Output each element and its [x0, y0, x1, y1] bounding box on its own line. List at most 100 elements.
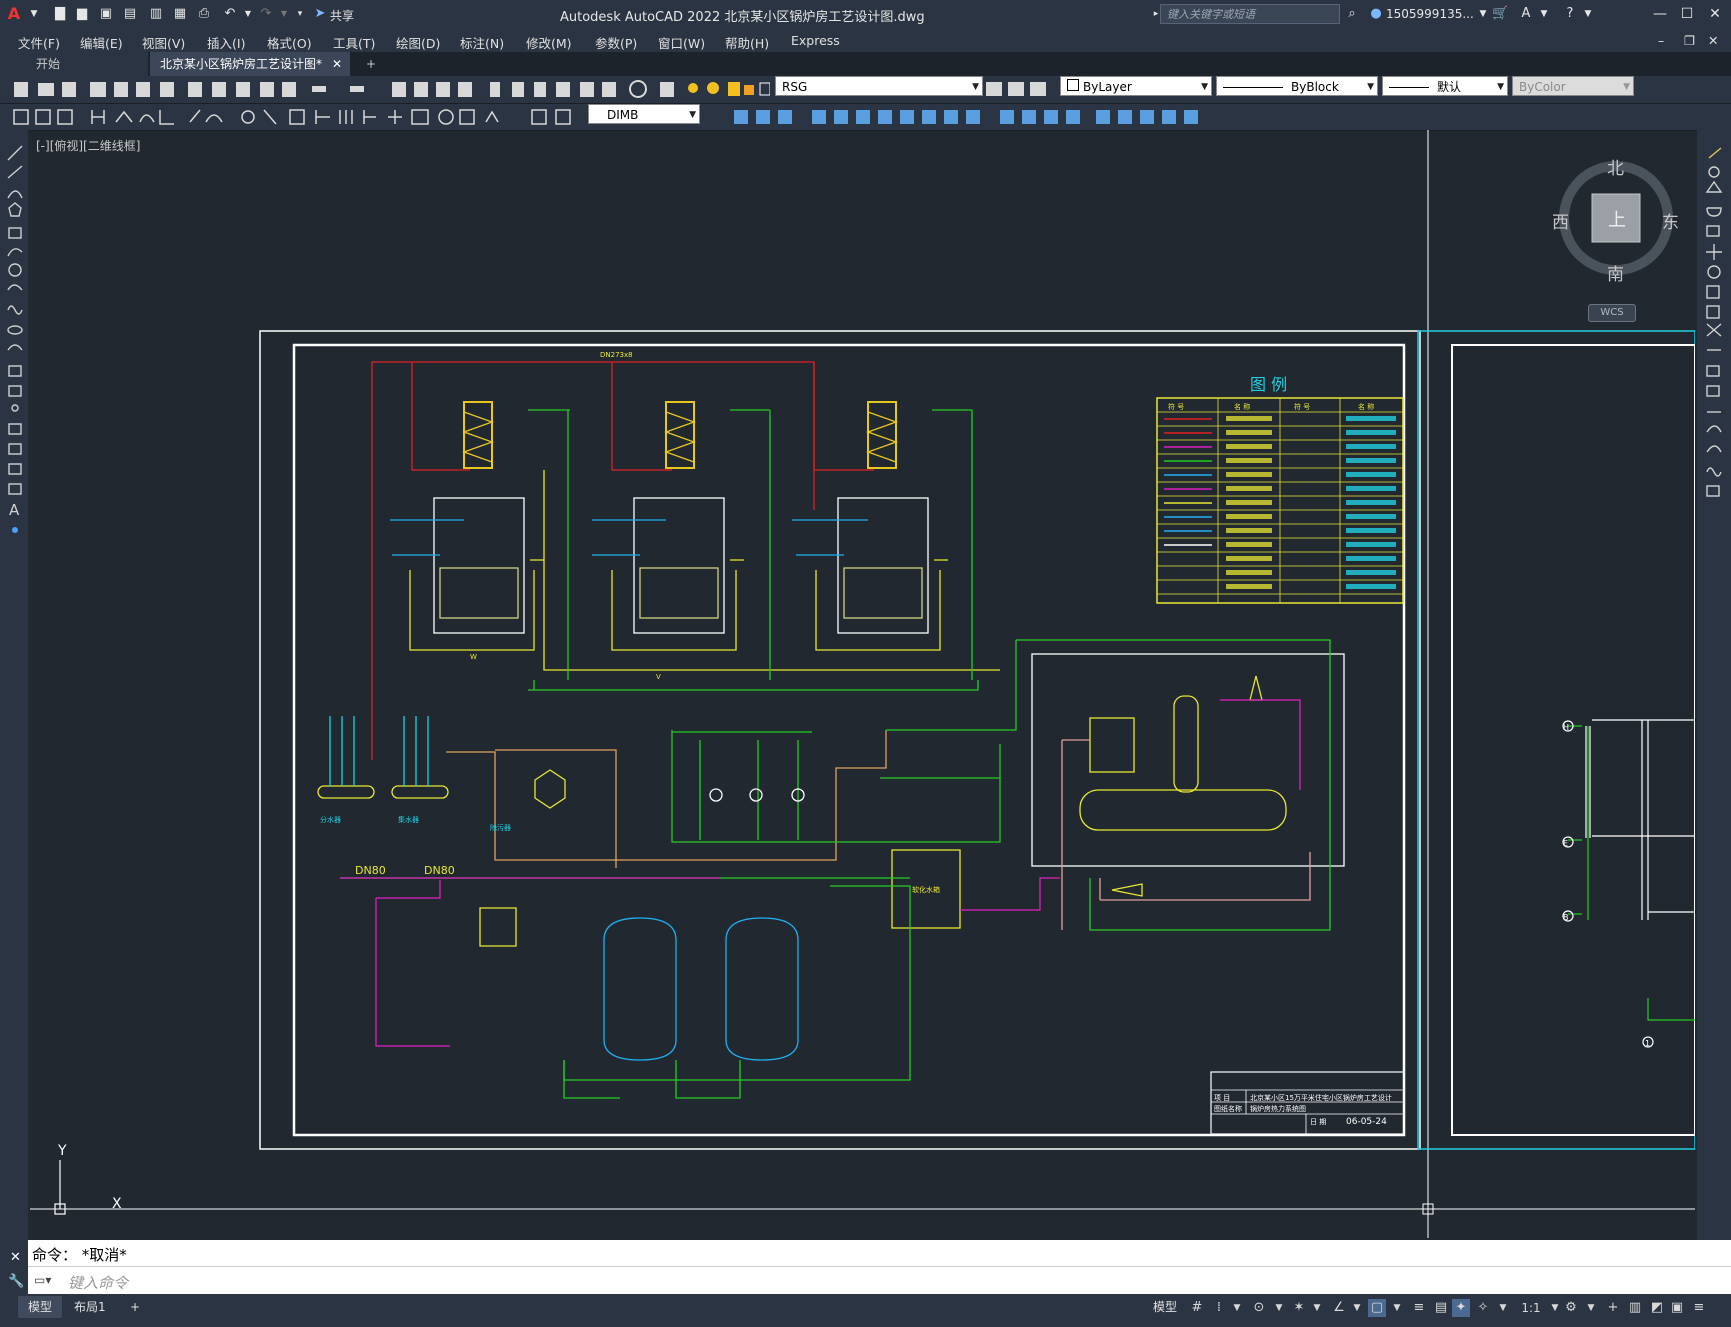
menu-parametric[interactable]: 参数(P) [595, 33, 637, 52]
menu-help[interactable]: 帮助(H) [725, 33, 769, 52]
menu-view[interactable]: 视图(V) [142, 33, 185, 52]
units-icon[interactable]: ▥ [1626, 1299, 1644, 1317]
auto-scale-icon[interactable]: ✧ [1474, 1299, 1492, 1317]
share-button[interactable]: 共享 [330, 7, 354, 24]
standard-toolbar-icons[interactable] [0, 76, 680, 103]
minimize-button[interactable]: — [1647, 4, 1673, 24]
menu-draw[interactable]: 绘图(D) [396, 33, 440, 52]
snap-icon[interactable]: ⁞ [1210, 1299, 1228, 1317]
cart-icon[interactable]: 🛒 [1492, 6, 1508, 22]
app-menu-chevron-icon[interactable]: ▼ [26, 6, 42, 22]
tab-model[interactable]: 模型 [18, 1296, 63, 1318]
selection-cycling-icon[interactable]: ▢ [1368, 1299, 1386, 1317]
color-combo[interactable]: ByLayer ▼ [1060, 76, 1212, 96]
annotation-monitor-icon[interactable]: + [1604, 1299, 1622, 1317]
customize-qat-icon[interactable]: ▾ [292, 6, 308, 22]
save-icon[interactable]: ▣ [98, 6, 114, 22]
infer-constraints-icon[interactable]: ⊙ [1250, 1299, 1268, 1317]
viewcube-south[interactable]: 南 [1607, 260, 1624, 285]
modify-toolbar-icons[interactable] [704, 104, 1204, 130]
add-layout-button[interactable]: + [120, 1296, 150, 1318]
annotation-visibility-icon[interactable]: ✦ [1452, 1299, 1470, 1317]
wrench-icon[interactable]: 🔧 [8, 1274, 24, 1289]
redo-icon[interactable]: ↷ [258, 6, 274, 22]
transparency-icon[interactable]: ▤ [1432, 1299, 1450, 1317]
clean-screen-icon[interactable]: ▣ [1668, 1299, 1686, 1317]
tab-start[interactable]: 开始 [0, 52, 148, 76]
customization-icon[interactable]: ≡ [1690, 1299, 1708, 1317]
save-web-icon[interactable]: ▦ [172, 6, 188, 22]
tab-layout1[interactable]: 布局1 [64, 1296, 116, 1318]
help-icon[interactable]: ? [1562, 6, 1578, 22]
snap-dropdown-icon[interactable]: ▼ [1228, 1299, 1246, 1317]
annotation-scale[interactable]: 1:1 [1516, 1299, 1546, 1317]
maximize-button[interactable]: ☐ [1674, 4, 1700, 24]
model-space-button[interactable]: 模型 [1143, 1296, 1187, 1318]
doc-minimize-button[interactable]: – [1658, 33, 1664, 48]
plotstyle-combo[interactable]: ByColor ▼ [1512, 76, 1634, 96]
draw-tools-icons[interactable]: A [0, 140, 28, 610]
app-dropdown-icon[interactable]: ▼ [1536, 6, 1552, 22]
layer-tool-icons[interactable] [984, 76, 1054, 103]
new-file-icon[interactable]: ▇ [52, 6, 68, 22]
user-dropdown-icon[interactable]: ▼ [1475, 6, 1491, 22]
dimstyle-combo[interactable]: DIMB ▼ [588, 104, 700, 124]
menu-dimension[interactable]: 标注(N) [460, 33, 504, 52]
undo-icon[interactable]: ↶ [222, 6, 238, 22]
menu-file[interactable]: 文件(F) [18, 33, 60, 52]
workspace-gear-icon[interactable]: ⚙ [1562, 1299, 1580, 1317]
open-web-icon[interactable]: ▥ [148, 6, 164, 22]
save-as-icon[interactable]: ▤ [122, 6, 138, 22]
menu-edit[interactable]: 编辑(E) [80, 33, 123, 52]
command-prompt-icon[interactable]: ▭▾ [34, 1273, 51, 1287]
isodraft-dropdown-icon[interactable]: ▼ [1348, 1299, 1366, 1317]
open-file-icon[interactable]: ▆ [74, 6, 90, 22]
viewcube-top-face[interactable]: 上 [1608, 206, 1626, 232]
grid-icon[interactable]: # [1188, 1299, 1206, 1317]
new-tab-button[interactable]: + [356, 52, 384, 76]
autodesk-app-icon[interactable]: A [1518, 6, 1534, 22]
share-icon[interactable]: ➤ [312, 6, 328, 22]
doc-close-button[interactable]: ✕ [1708, 33, 1718, 48]
dimension-toolbar-icons[interactable] [0, 104, 580, 130]
layer-combo[interactable]: RSG ▼ [775, 76, 983, 96]
close-tab-icon[interactable]: ✕ [332, 52, 342, 76]
isodraft-icon[interactable]: ∠ [1330, 1299, 1348, 1317]
viewcube-east[interactable]: 东 [1662, 208, 1679, 233]
drawing-svg[interactable]: DN273x8 W V 图 例 符 号 名 称 符 号 名 称 分水器 集水器 … [30, 130, 1695, 1238]
menu-insert[interactable]: 插入(I) [207, 33, 245, 52]
layer-state-icons[interactable] [680, 76, 770, 103]
wcs-menu[interactable]: WCS [1588, 304, 1636, 322]
search-input[interactable]: 键入关键字或短语 [1160, 4, 1340, 24]
viewport-controls[interactable]: [-][俯视][二维线框] [36, 137, 140, 154]
close-command-icon[interactable]: ✕ [10, 1250, 21, 1265]
undo-dropdown-icon[interactable]: ▼ [240, 6, 256, 22]
viewcube[interactable]: 北 南 东 西 上 [1552, 154, 1679, 285]
workspace-dropdown-icon[interactable]: ▼ [1582, 1299, 1600, 1317]
polar-tracking-icon[interactable]: ✶ [1290, 1299, 1308, 1317]
modify-tools-icons[interactable] [1697, 140, 1731, 560]
command-line-handle[interactable]: ✕ 🔧 [0, 1240, 28, 1294]
close-button[interactable]: ✕ [1702, 4, 1728, 24]
annotation-scale-dropdown-icon[interactable]: ▼ [1494, 1299, 1512, 1317]
menu-modify[interactable]: 修改(M) [526, 33, 572, 52]
menu-express[interactable]: Express [791, 33, 840, 48]
user-name[interactable]: 1505999135... [1386, 7, 1474, 21]
menu-format[interactable]: 格式(O) [267, 33, 312, 52]
drawing-canvas[interactable]: DN273x8 W V 图 例 符 号 名 称 符 号 名 称 分水器 集水器 … [30, 130, 1695, 1238]
redo-dropdown-icon[interactable]: ▼ [276, 6, 292, 22]
viewcube-north[interactable]: 北 [1607, 154, 1624, 179]
osnap-dropdown-icon[interactable]: ▼ [1308, 1299, 1326, 1317]
lineweight-icon[interactable]: ≡ [1410, 1299, 1428, 1317]
tab-drawing[interactable]: 北京某小区锅炉房工艺设计图* ✕ [150, 52, 350, 76]
autocad-logo-icon[interactable]: A [6, 6, 22, 22]
command-input[interactable]: ▭▾ 键入命令 [28, 1266, 1731, 1295]
doc-restore-button[interactable]: ❐ [1684, 33, 1695, 48]
help-dropdown-icon[interactable]: ▼ [1580, 6, 1596, 22]
lineweight-combo[interactable]: 默认 ▼ [1382, 76, 1508, 96]
plot-icon[interactable]: ⎙ [196, 6, 212, 22]
menu-tools[interactable]: 工具(T) [333, 33, 375, 52]
search-icon[interactable]: ⌕ [1344, 6, 1360, 22]
isolate-objects-icon[interactable]: ◩ [1648, 1299, 1666, 1317]
viewcube-west[interactable]: 西 [1552, 208, 1569, 233]
